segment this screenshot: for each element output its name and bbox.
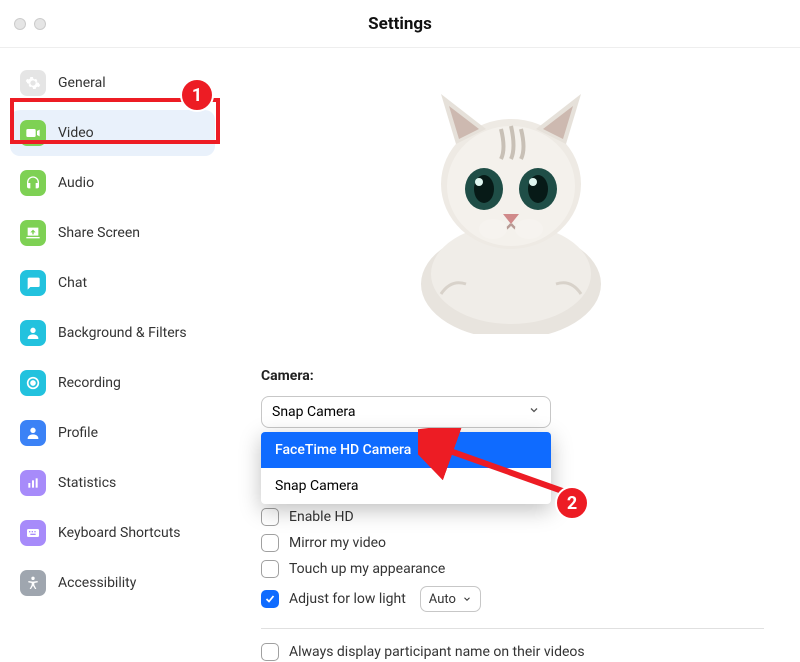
camera-section-label: Camera: — [261, 368, 764, 384]
statistics-icon — [20, 470, 46, 496]
sidebar-item-recording[interactable]: Recording — [10, 360, 215, 406]
mirror-video-label: Mirror my video — [289, 535, 386, 551]
camera-select-wrap: Snap Camera FaceTime HD Camera Snap Came… — [261, 396, 551, 428]
touch-up-row[interactable]: Touch up my appearance — [261, 560, 764, 578]
low-light-row[interactable]: Adjust for low light Auto — [261, 586, 764, 612]
display-name-label: Always display participant name on their… — [289, 644, 585, 660]
mirror-video-checkbox[interactable] — [261, 534, 279, 552]
camera-select-value: Snap Camera — [272, 404, 356, 420]
sidebar-label: Statistics — [58, 475, 116, 491]
window-title: Settings — [0, 14, 800, 34]
section-divider — [261, 628, 764, 629]
sidebar-label: Chat — [58, 275, 87, 291]
touch-up-checkbox[interactable] — [261, 560, 279, 578]
touch-up-label: Touch up my appearance — [289, 561, 445, 577]
camera-option-label: FaceTime HD Camera — [275, 442, 411, 458]
sidebar-label: Recording — [58, 375, 121, 391]
sidebar-label: Background & Filters — [58, 325, 187, 341]
settings-window: Settings General Video Audio — [0, 0, 800, 662]
sidebar-item-statistics[interactable]: Statistics — [10, 460, 215, 506]
sidebar-item-profile[interactable]: Profile — [10, 410, 215, 456]
display-name-row[interactable]: Always display participant name on their… — [261, 643, 764, 661]
keyboard-icon — [20, 520, 46, 546]
video-preview-image — [371, 74, 651, 334]
enable-hd-label: Enable HD — [289, 509, 354, 525]
sidebar-label: Profile — [58, 425, 98, 441]
sidebar-item-chat[interactable]: Chat — [10, 260, 215, 306]
chat-icon — [20, 270, 46, 296]
headphones-icon — [20, 170, 46, 196]
sidebar-item-general[interactable]: General — [10, 60, 215, 106]
enable-hd-row[interactable]: Enable HD — [261, 508, 764, 526]
display-name-checkbox[interactable] — [261, 643, 279, 661]
sidebar-item-audio[interactable]: Audio — [10, 160, 215, 206]
sidebar-item-share-screen[interactable]: Share Screen — [10, 210, 215, 256]
camera-dropdown: FaceTime HD Camera Snap Camera — [261, 432, 551, 504]
sidebar: General Video Audio Share Screen — [0, 48, 225, 662]
camera-option-snap-camera[interactable]: Snap Camera — [261, 468, 551, 504]
sidebar-label: General — [58, 75, 106, 91]
chevron-down-icon — [462, 594, 472, 604]
video-preview — [261, 64, 761, 344]
camera-option-label: Snap Camera — [275, 478, 359, 494]
sidebar-item-keyboard-shortcuts[interactable]: Keyboard Shortcuts — [10, 510, 215, 556]
sidebar-label: Audio — [58, 175, 94, 191]
sidebar-item-accessibility[interactable]: Accessibility — [10, 560, 215, 606]
video-icon — [20, 120, 46, 146]
low-light-mode-value: Auto — [429, 592, 456, 607]
low-light-mode-select[interactable]: Auto — [420, 586, 481, 612]
enable-hd-checkbox[interactable] — [261, 508, 279, 526]
sidebar-item-video[interactable]: Video — [10, 110, 215, 156]
gear-icon — [20, 70, 46, 96]
profile-icon — [20, 420, 46, 446]
window-body: General Video Audio Share Screen — [0, 48, 800, 662]
sidebar-label: Share Screen — [58, 225, 140, 241]
video-settings-panel: Camera: Snap Camera FaceTime HD Camera S… — [225, 48, 800, 662]
low-light-label: Adjust for low light — [289, 591, 406, 607]
chevron-down-icon — [528, 404, 540, 420]
accessibility-icon — [20, 570, 46, 596]
mirror-video-row[interactable]: Mirror my video — [261, 534, 764, 552]
sidebar-label: Accessibility — [58, 575, 136, 591]
camera-option-facetime-hd[interactable]: FaceTime HD Camera — [261, 432, 551, 468]
share-screen-icon — [20, 220, 46, 246]
titlebar: Settings — [0, 0, 800, 48]
sidebar-label: Keyboard Shortcuts — [58, 525, 181, 541]
sidebar-item-background-filters[interactable]: Background & Filters — [10, 310, 215, 356]
background-filters-icon — [20, 320, 46, 346]
sidebar-label: Video — [58, 125, 94, 141]
recording-icon — [20, 370, 46, 396]
camera-select[interactable]: Snap Camera — [261, 396, 551, 428]
low-light-checkbox[interactable] — [261, 590, 279, 608]
